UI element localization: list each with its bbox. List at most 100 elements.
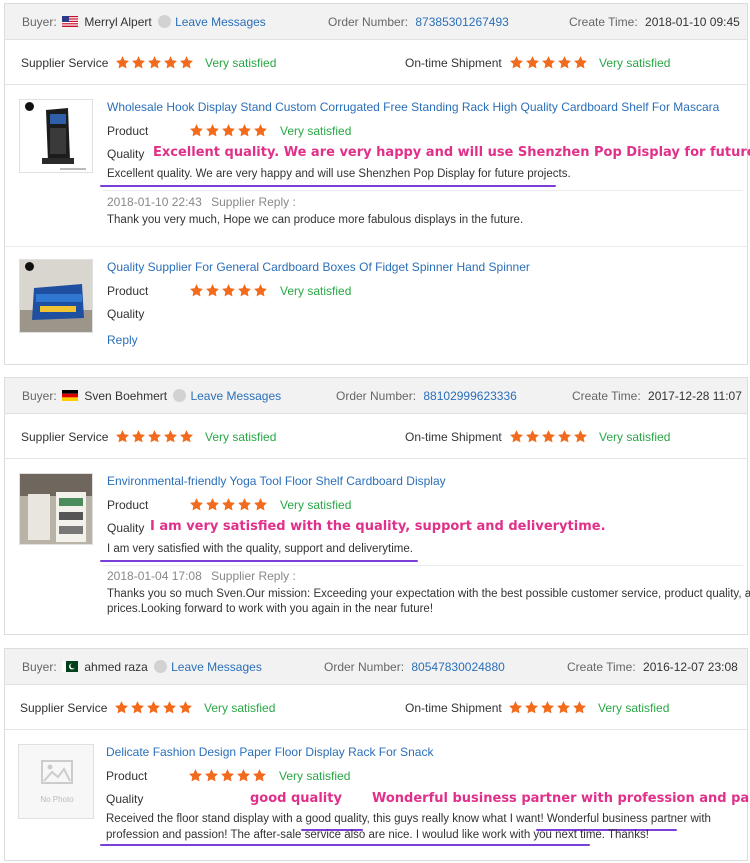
review-comment: I am very satisfied with the quality, su… xyxy=(107,543,413,555)
divider xyxy=(103,190,743,191)
floor-shelf-image xyxy=(20,474,92,544)
order-number-label: Order Number: xyxy=(336,389,417,403)
buyer-label: Buyer: xyxy=(22,15,57,29)
create-time-label: Create Time: xyxy=(567,660,636,674)
review-header: Buyer: Sven Boehmert Leave Messages Orde… xyxy=(5,378,747,414)
star-icon xyxy=(557,55,572,70)
star-icon xyxy=(573,429,588,444)
highlight-underline xyxy=(100,185,556,187)
star-icon xyxy=(221,497,236,512)
star-rating xyxy=(508,700,588,715)
star-icon xyxy=(179,55,194,70)
leave-messages-link[interactable]: Leave Messages xyxy=(171,660,262,674)
reply-meta: 2018-01-10 22:43 Supplier Reply : xyxy=(107,195,296,209)
product-title-link[interactable]: Wholesale Hook Display Stand Custom Corr… xyxy=(107,100,719,114)
ontime-shipment-value: Very satisfied xyxy=(599,430,671,444)
star-icon xyxy=(179,429,194,444)
star-icon xyxy=(236,768,251,783)
chat-icon[interactable] xyxy=(173,389,187,402)
supplier-reply-label: Supplier Reply : xyxy=(211,195,296,209)
star-icon xyxy=(178,700,193,715)
quality-label: Quality xyxy=(107,521,145,535)
star-rating xyxy=(188,768,268,783)
display-stand-image xyxy=(20,100,92,172)
product-title-link[interactable]: Quality Supplier For General Cardboard B… xyxy=(107,260,530,274)
buyer-info: Buyer: Sven Boehmert Leave Messages xyxy=(22,378,281,414)
buyer-label: Buyer: xyxy=(22,389,57,403)
reply-link[interactable]: Reply xyxy=(107,333,138,347)
star-icon xyxy=(253,497,268,512)
supplier-reply-text: Thanks you so much Sven.Our mission: Exc… xyxy=(107,588,750,600)
star-icon xyxy=(237,497,252,512)
star-icon xyxy=(253,283,268,298)
chat-icon[interactable] xyxy=(158,15,172,28)
star-icon xyxy=(115,429,130,444)
star-rating xyxy=(114,700,194,715)
star-icon xyxy=(205,283,220,298)
chat-icon[interactable] xyxy=(154,660,168,673)
highlight-annotation: I am very satisfied with the quality, su… xyxy=(150,519,606,534)
order-number-link[interactable]: 87385301267493 xyxy=(415,15,508,29)
supplier-service-label: Supplier Service xyxy=(21,56,109,70)
star-icon xyxy=(237,123,252,138)
supplier-service-value: Very satisfied xyxy=(204,701,276,715)
product-title-link[interactable]: Delicate Fashion Design Paper Floor Disp… xyxy=(106,745,433,759)
create-time-value: 2016-12-07 23:08 xyxy=(643,660,738,674)
star-icon xyxy=(556,700,571,715)
star-icon xyxy=(220,768,235,783)
highlight-underline xyxy=(100,844,590,846)
reply-date: 2018-01-10 22:43 xyxy=(107,195,202,209)
star-icon xyxy=(540,700,555,715)
product-title-link[interactable]: Environmental-friendly Yoga Tool Floor S… xyxy=(107,474,446,488)
star-icon xyxy=(541,429,556,444)
badge-dot-icon xyxy=(25,262,34,271)
us-flag-icon xyxy=(62,16,79,27)
order-number-link[interactable]: 80547830024880 xyxy=(411,660,504,674)
supplier-rating-row: Supplier Service Very satisfied On-time … xyxy=(5,41,747,85)
buyer-name: Merryl Alpert xyxy=(84,15,152,29)
product-thumbnail[interactable] xyxy=(19,473,93,545)
pk-flag-icon xyxy=(62,661,79,672)
review-card: Buyer: Merryl Alpert Leave Messages Orde… xyxy=(4,3,750,365)
star-icon xyxy=(557,429,572,444)
product-label: Product xyxy=(107,284,149,298)
supplier-reply-label: Supplier Reply : xyxy=(211,569,296,583)
review-comment: Received the floor stand display with a … xyxy=(106,813,711,825)
star-rating xyxy=(189,123,269,138)
star-icon xyxy=(525,55,540,70)
star-icon xyxy=(509,55,524,70)
leave-messages-link[interactable]: Leave Messages xyxy=(190,389,281,403)
star-icon xyxy=(572,700,587,715)
reply-meta: 2018-01-04 17:08 Supplier Reply : xyxy=(107,569,296,583)
ontime-shipment-value: Very satisfied xyxy=(599,56,671,70)
create-time: Create Time: 2016-12-07 23:08 xyxy=(567,649,738,685)
badge-dot-icon xyxy=(25,102,34,111)
star-icon xyxy=(573,55,588,70)
star-icon xyxy=(130,700,145,715)
product-label: Product xyxy=(107,498,149,512)
star-icon xyxy=(205,123,220,138)
star-icon xyxy=(115,55,130,70)
review-card: Buyer: ahmed raza Leave Messages Order N… xyxy=(4,648,750,861)
order-number-label: Order Number: xyxy=(324,660,405,674)
buyer-name: ahmed raza xyxy=(84,660,148,674)
supplier-reply-text: prices.Looking forward to work with you … xyxy=(107,603,434,615)
supplier-service-label: Supplier Service xyxy=(20,701,108,715)
leave-messages-link[interactable]: Leave Messages xyxy=(175,15,266,29)
star-icon xyxy=(188,768,203,783)
product-rating-value: Very satisfied xyxy=(280,498,352,512)
cardboard-box-image xyxy=(20,260,92,332)
product-thumbnail[interactable]: No Photo xyxy=(18,744,94,819)
quality-label: Quality xyxy=(106,792,144,806)
supplier-rating-row: Supplier Service Very satisfied On-time … xyxy=(5,686,747,730)
star-icon xyxy=(541,55,556,70)
supplier-service-value: Very satisfied xyxy=(205,430,277,444)
supplier-service-label: Supplier Service xyxy=(21,430,109,444)
no-photo-label: No Photo xyxy=(40,795,74,804)
star-rating xyxy=(115,55,195,70)
ontime-shipment-label: On-time Shipment xyxy=(405,430,502,444)
star-rating xyxy=(509,429,589,444)
star-rating xyxy=(189,497,269,512)
order-number-link[interactable]: 88102999623336 xyxy=(423,389,516,403)
de-flag-icon xyxy=(62,390,79,401)
